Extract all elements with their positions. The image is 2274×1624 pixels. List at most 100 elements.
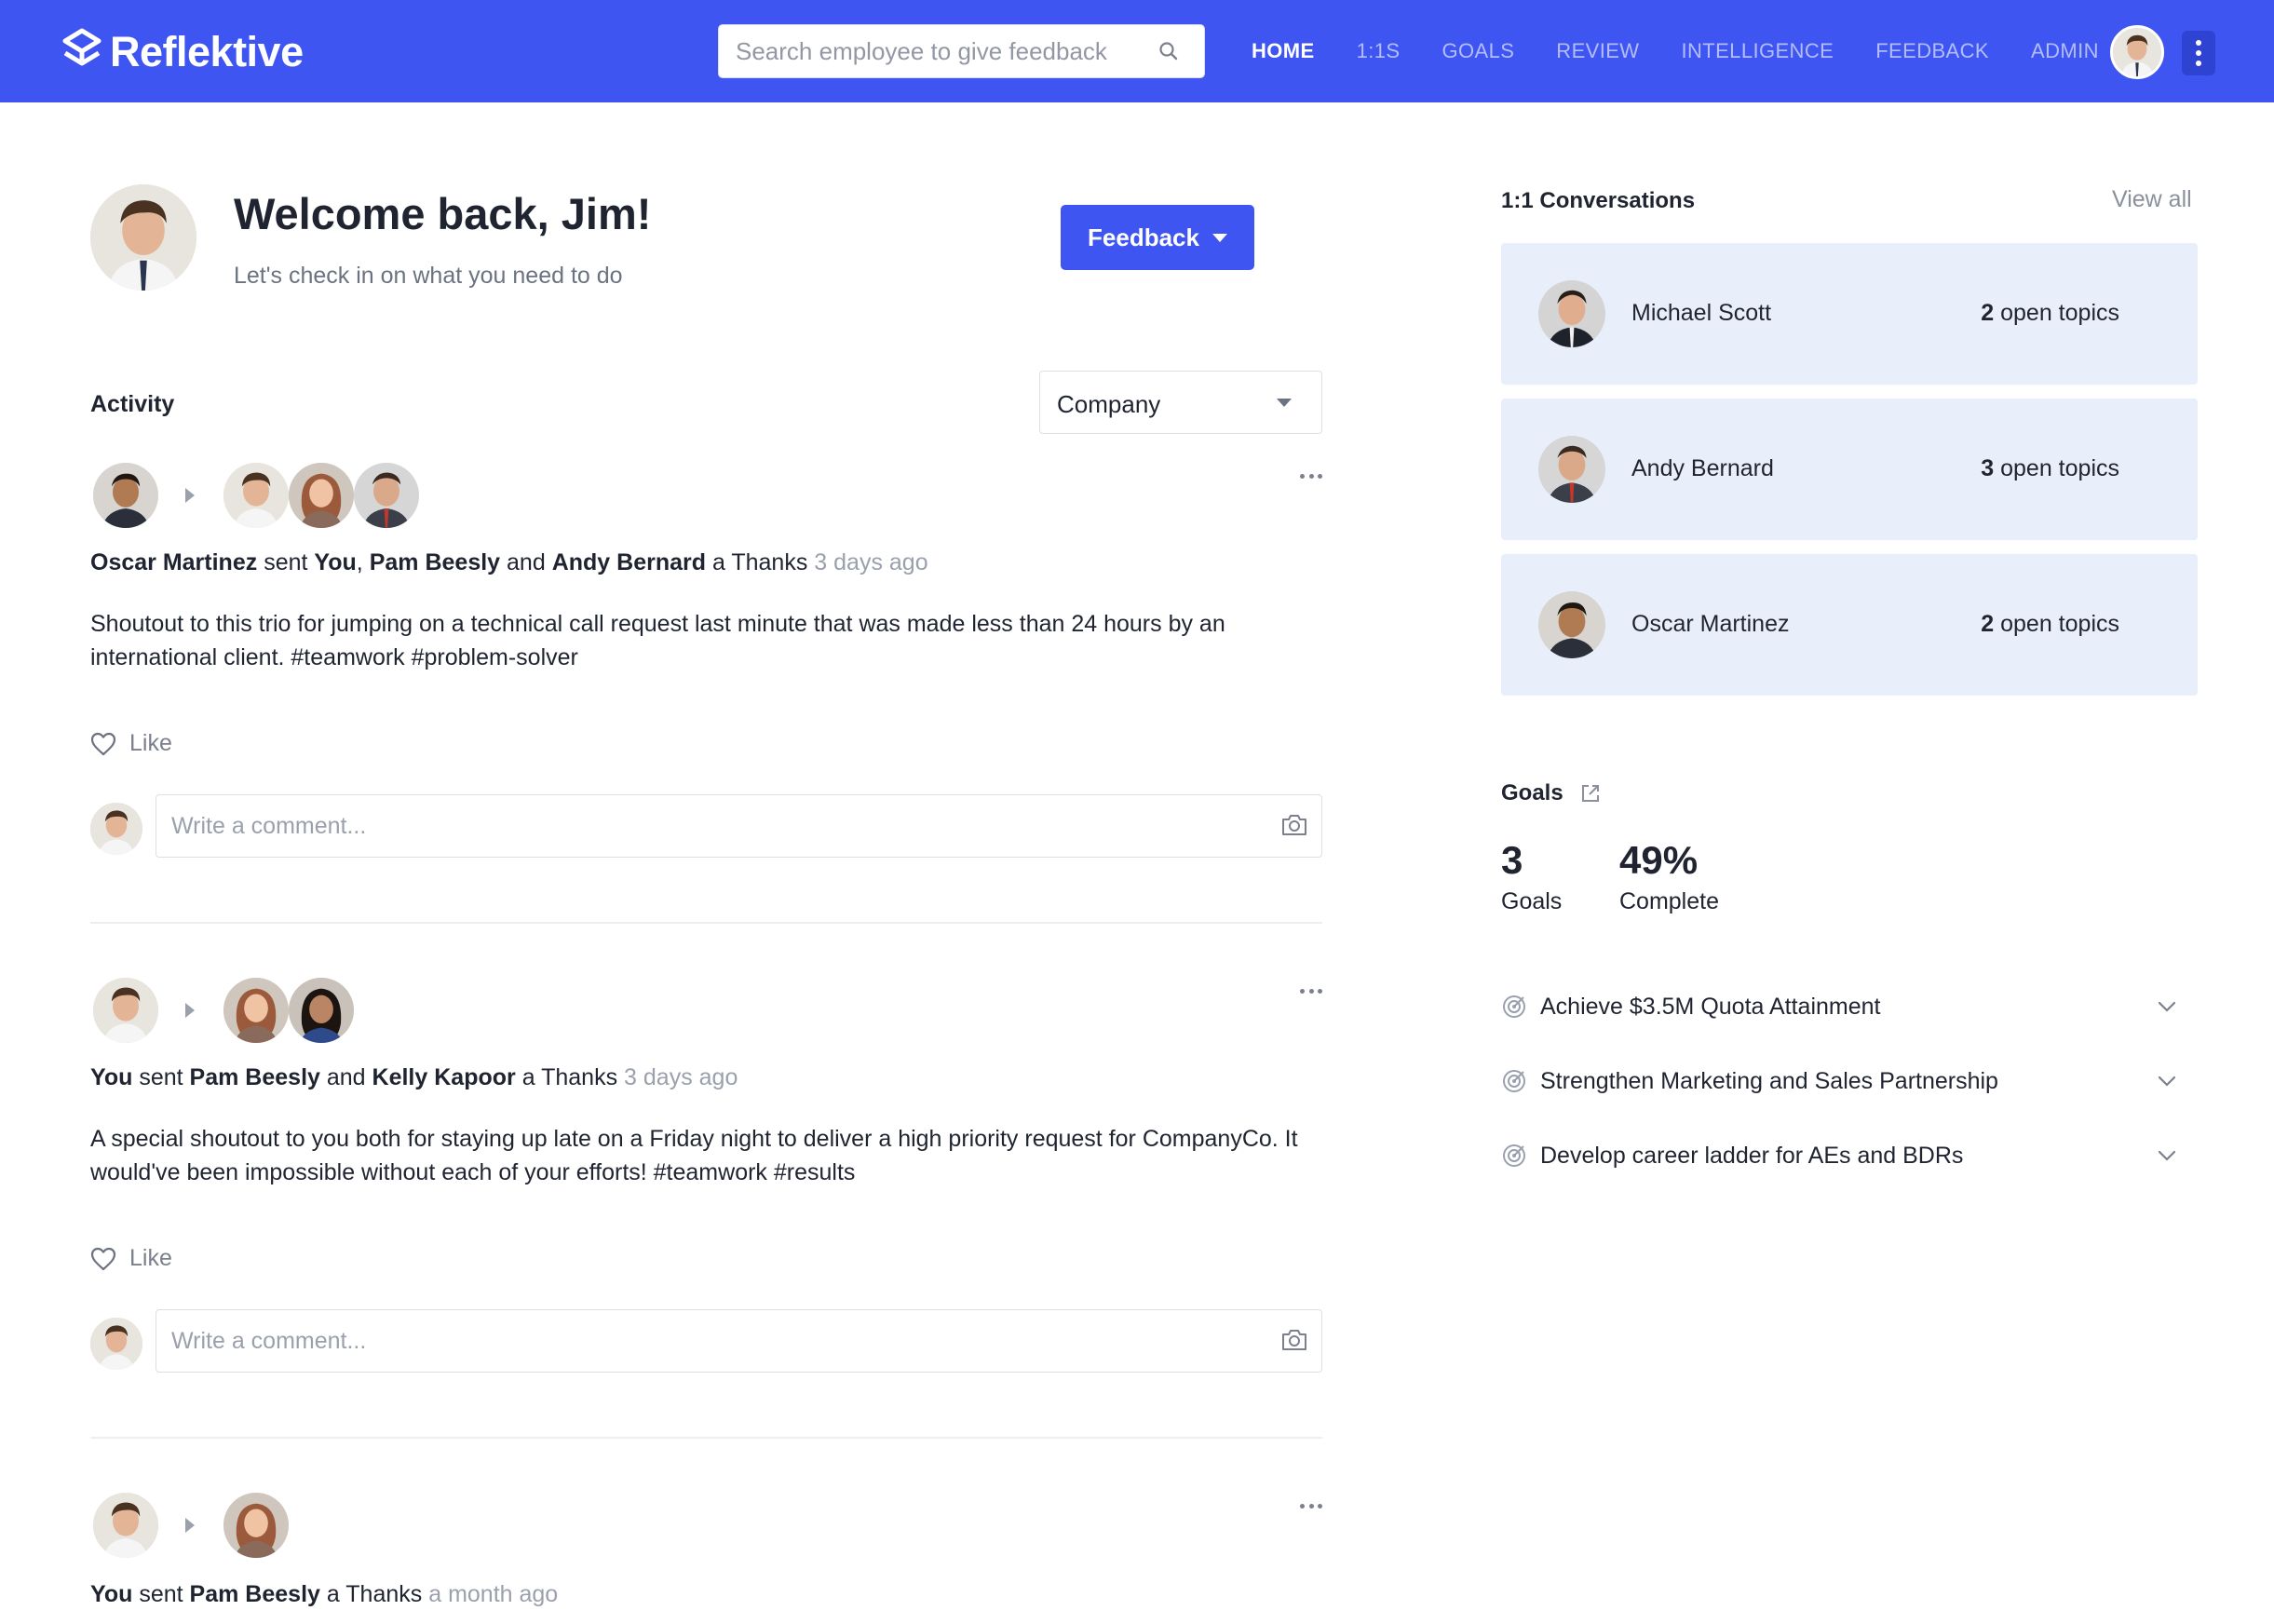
post-divider — [90, 922, 1322, 924]
camera-icon[interactable] — [1280, 1328, 1308, 1352]
heart-icon — [90, 732, 116, 755]
conversation-card-oscar[interactable]: Oscar Martinez 2 open topics — [1501, 554, 2198, 696]
kebab-menu-icon[interactable] — [2182, 31, 2215, 75]
main-nav: HOME 1:1S GOALS REVIEW INTELLIGENCE FEED… — [1252, 0, 2099, 102]
nav-home[interactable]: HOME — [1252, 39, 1315, 63]
target-icon — [1503, 995, 1525, 1018]
sender-avatar-you[interactable] — [93, 1493, 158, 1558]
caret-down-icon — [1277, 399, 1292, 407]
post-divider — [90, 1437, 1322, 1439]
goal-item[interactable]: Develop career ladder for AEs and BDRs — [1501, 1135, 2177, 1176]
target-icon — [1503, 1144, 1525, 1167]
target-icon — [1503, 1070, 1525, 1092]
conversation-name: Oscar Martinez — [1631, 611, 1790, 637]
chevron-down-icon[interactable] — [2157, 1075, 2177, 1088]
open-topics-count: 3 open topics — [1981, 455, 2119, 481]
nav-intelligence[interactable]: INTELLIGENCE — [1681, 39, 1834, 63]
goals-count-stat: 3 Goals — [1501, 838, 1563, 914]
top-nav-bar: Reflektive HOME 1:1S GOALS REVIEW INTELL… — [0, 0, 2274, 102]
search-input[interactable] — [736, 25, 1145, 77]
goal-title: Develop career ladder for AEs and BDRs — [1540, 1142, 1964, 1169]
goal-title: Strengthen Marketing and Sales Partnersh… — [1540, 1067, 1998, 1094]
post-recipient[interactable]: Pam Beesly — [190, 1581, 320, 1607]
conversation-name: Andy Bernard — [1631, 455, 1774, 481]
activity-filter-select[interactable]: Company — [1039, 371, 1322, 434]
feedback-button-label: Feedback — [1088, 223, 1199, 251]
brand-name: Reflektive — [110, 28, 304, 75]
recipient-avatar-pam[interactable] — [223, 1493, 289, 1558]
sent-to-arrow-icon — [185, 1003, 195, 1018]
post-meta: You sent Pam Beesly a Thanks a month ago — [90, 1581, 559, 1607]
avatar — [1538, 591, 1605, 658]
post-meta: Oscar Martinez sent You, Pam Beesly and … — [90, 549, 928, 575]
feedback-button[interactable]: Feedback — [1061, 205, 1254, 270]
post-sender[interactable]: You — [90, 1064, 132, 1090]
recipient-avatar-pam[interactable] — [223, 978, 289, 1043]
nav-1on1s[interactable]: 1:1S — [1357, 39, 1401, 63]
camera-icon[interactable] — [1280, 813, 1308, 837]
post-sender[interactable]: Oscar Martinez — [90, 549, 257, 575]
post-recipient[interactable]: Kelly Kapoor — [372, 1064, 516, 1090]
more-dots-icon[interactable] — [1300, 1501, 1322, 1510]
activity-post: Oscar Martinez sent You, Pam Beesly and … — [90, 462, 1322, 872]
goals-heading: Goals — [1501, 780, 1601, 806]
post-recipient[interactable]: Pam Beesly — [370, 549, 500, 575]
heart-icon — [90, 1247, 116, 1270]
post-participants — [93, 462, 419, 529]
goals-complete-stat: 49% Complete — [1619, 838, 1719, 914]
nav-feedback[interactable]: FEEDBACK — [1875, 39, 1989, 63]
conversation-card-michael[interactable]: Michael Scott 2 open topics — [1501, 243, 2198, 385]
conversation-card-andy[interactable]: Andy Bernard 3 open topics — [1501, 399, 2198, 540]
activity-post: You sent Pam Beesly a Thanks a month ago — [90, 1492, 1322, 1622]
like-button[interactable]: Like — [90, 1245, 172, 1272]
post-participants — [93, 977, 354, 1044]
conversation-name: Michael Scott — [1631, 300, 1772, 326]
post-body: Shoutout to this trio for jumping on a t… — [90, 611, 1225, 670]
external-link-icon[interactable] — [1580, 783, 1601, 804]
sent-to-arrow-icon — [185, 1518, 195, 1533]
post-timestamp: 3 days ago — [624, 1064, 738, 1090]
sender-avatar-you[interactable] — [93, 978, 158, 1043]
comment-input[interactable] — [171, 795, 1242, 857]
sender-avatar-oscar[interactable] — [93, 463, 158, 528]
nav-goals[interactable]: GOALS — [1442, 39, 1514, 63]
chevron-down-icon[interactable] — [2157, 1000, 2177, 1013]
brand[interactable]: Reflektive — [61, 26, 304, 78]
caret-down-icon — [1211, 233, 1227, 242]
recipient-avatar-you[interactable] — [223, 463, 289, 528]
user-avatar[interactable] — [2110, 25, 2164, 79]
goal-item[interactable]: Achieve $3.5M Quota Attainment — [1501, 986, 2177, 1027]
post-recipient[interactable]: Pam Beesly — [190, 1064, 320, 1090]
post-recipient[interactable]: You — [314, 549, 356, 575]
like-button[interactable]: Like — [90, 730, 172, 757]
post-participants — [93, 1492, 289, 1559]
post-meta: You sent Pam Beesly and Kelly Kapoor a T… — [90, 1064, 738, 1090]
post-recipient[interactable]: Andy Bernard — [552, 549, 706, 575]
more-dots-icon[interactable] — [1300, 986, 1322, 995]
comment-input[interactable] — [171, 1310, 1242, 1372]
employee-search — [718, 24, 1205, 78]
page-title: Welcome back, Jim! — [234, 189, 652, 238]
comment-box — [156, 1309, 1322, 1373]
recipient-avatar-andy[interactable] — [354, 463, 419, 528]
like-label: Like — [129, 1245, 172, 1271]
recipient-avatar-kelly[interactable] — [289, 978, 354, 1043]
view-all-link[interactable]: View all — [2112, 186, 2192, 213]
sent-to-arrow-icon — [185, 488, 195, 503]
activity-post: You sent Pam Beesly and Kelly Kapoor a T… — [90, 977, 1322, 1387]
goal-item[interactable]: Strengthen Marketing and Sales Partnersh… — [1501, 1061, 2177, 1102]
open-topics-count: 2 open topics — [1981, 611, 2119, 637]
nav-admin[interactable]: ADMIN — [2031, 39, 2099, 63]
recipient-avatar-pam[interactable] — [289, 463, 354, 528]
search-icon[interactable] — [1157, 40, 1180, 62]
avatar — [1538, 280, 1605, 347]
post-timestamp: 3 days ago — [814, 549, 928, 575]
more-dots-icon[interactable] — [1300, 471, 1322, 480]
avatar — [1538, 436, 1605, 503]
nav-review[interactable]: REVIEW — [1556, 39, 1639, 63]
chevron-down-icon[interactable] — [2157, 1149, 2177, 1162]
welcome-avatar — [90, 184, 196, 291]
comment-avatar — [90, 803, 142, 855]
post-sender[interactable]: You — [90, 1581, 132, 1607]
goal-title: Achieve $3.5M Quota Attainment — [1540, 993, 1881, 1020]
